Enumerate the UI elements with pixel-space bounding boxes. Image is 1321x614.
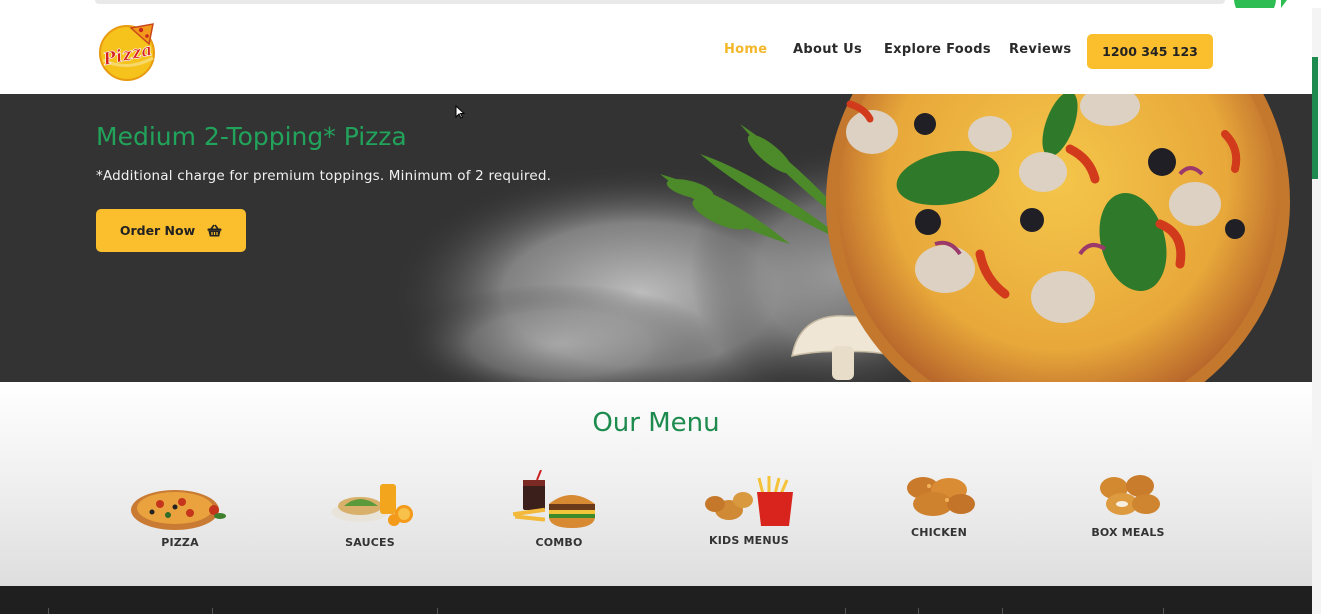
scrollbar-thumb[interactable] (1312, 57, 1318, 179)
menu-item-label: BOX MEALS (1091, 526, 1165, 539)
menu-item-pizza[interactable]: PIZZA (120, 480, 240, 549)
hero-banner: Medium 2-Topping* Pizza *Additional char… (0, 94, 1312, 382)
order-now-button[interactable]: Order Now (96, 209, 246, 252)
nav-about-us[interactable]: About Us (793, 42, 862, 57)
menu-item-label: SAUCES (345, 536, 395, 549)
menu-section: Our Menu PIZZA SAUCES COMBO KIDS MENUS C… (0, 382, 1312, 586)
menu-item-sauces[interactable]: SAUCES (310, 478, 430, 549)
hero-subtitle: *Additional charge for premium toppings.… (96, 168, 552, 184)
menu-item-label: KIDS MENUS (708, 534, 790, 547)
address-bar[interactable] (95, 0, 1225, 4)
menu-item-label: COMBO (535, 536, 583, 549)
menu-item-label: CHICKEN (910, 526, 968, 539)
hero-title: Medium 2-Topping* Pizza (96, 122, 407, 151)
sauces-icon (332, 484, 413, 526)
pizza-logo[interactable]: Pizza (95, 20, 161, 82)
nav-explore-foods[interactable]: Explore Foods (884, 42, 991, 57)
pizza-icon (131, 490, 226, 530)
menu-item-kids-menus[interactable]: KIDS MENUS (689, 474, 809, 547)
kids-menu-icon (705, 476, 793, 526)
footer-bar (0, 586, 1312, 614)
menu-item-box-meals[interactable]: BOX MEALS (1068, 470, 1188, 539)
footer-divider (212, 608, 213, 614)
basket-icon (207, 224, 222, 237)
site-header: Pizza Home About Us Explore Foods Review… (0, 8, 1321, 94)
footer-divider (437, 608, 438, 614)
phone-button[interactable]: 1200 345 123 (1087, 34, 1213, 69)
chicken-icon (907, 477, 975, 516)
footer-divider (1163, 608, 1164, 614)
nav-home[interactable]: Home (724, 42, 767, 57)
menu-item-label: PIZZA (161, 536, 199, 549)
order-now-label: Order Now (119, 223, 196, 238)
footer-divider (48, 608, 49, 614)
nav-reviews[interactable]: Reviews (1009, 42, 1071, 57)
footer-divider (845, 608, 846, 614)
phone-button-label: 1200 345 123 (1102, 44, 1198, 59)
browser-top-strip (0, 0, 1321, 8)
menu-item-chicken[interactable]: CHICKEN (879, 470, 999, 539)
menu-title: Our Menu (592, 408, 720, 438)
combo-icon (512, 470, 595, 528)
footer-divider (1002, 608, 1003, 614)
mouse-cursor-icon (455, 105, 465, 119)
footer-divider (918, 608, 919, 614)
extension-badge-tip (1281, 0, 1287, 8)
menu-item-combo[interactable]: COMBO (499, 470, 619, 549)
box-meals-icon (1100, 475, 1160, 515)
